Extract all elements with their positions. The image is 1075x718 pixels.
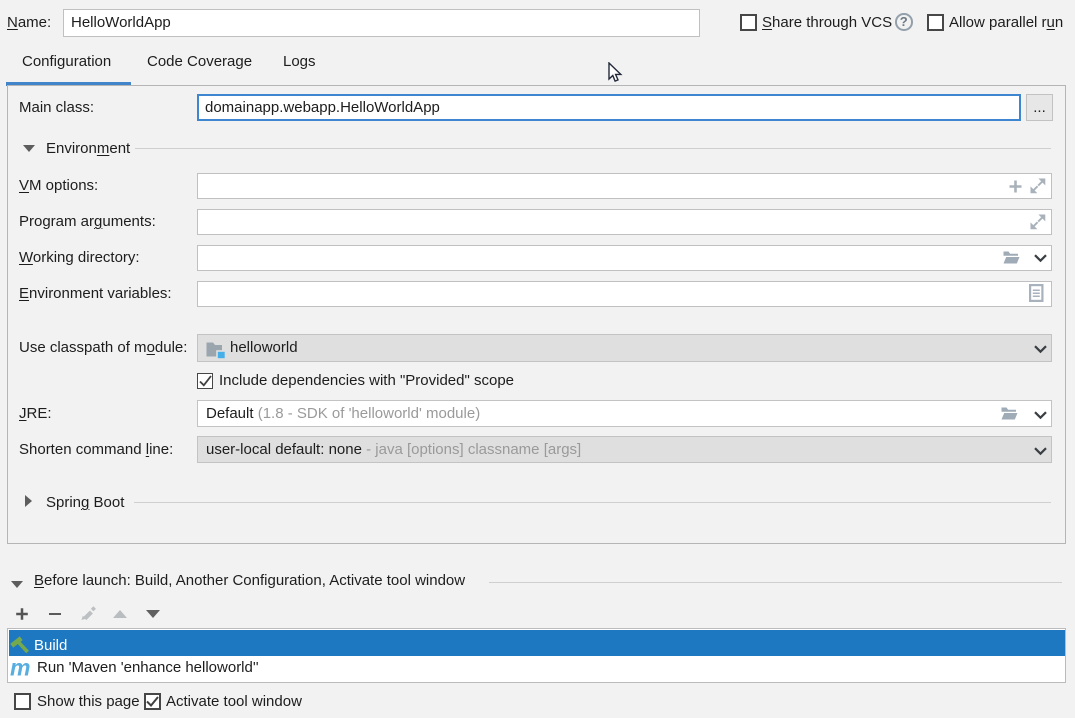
svg-text:m: m (10, 657, 30, 679)
